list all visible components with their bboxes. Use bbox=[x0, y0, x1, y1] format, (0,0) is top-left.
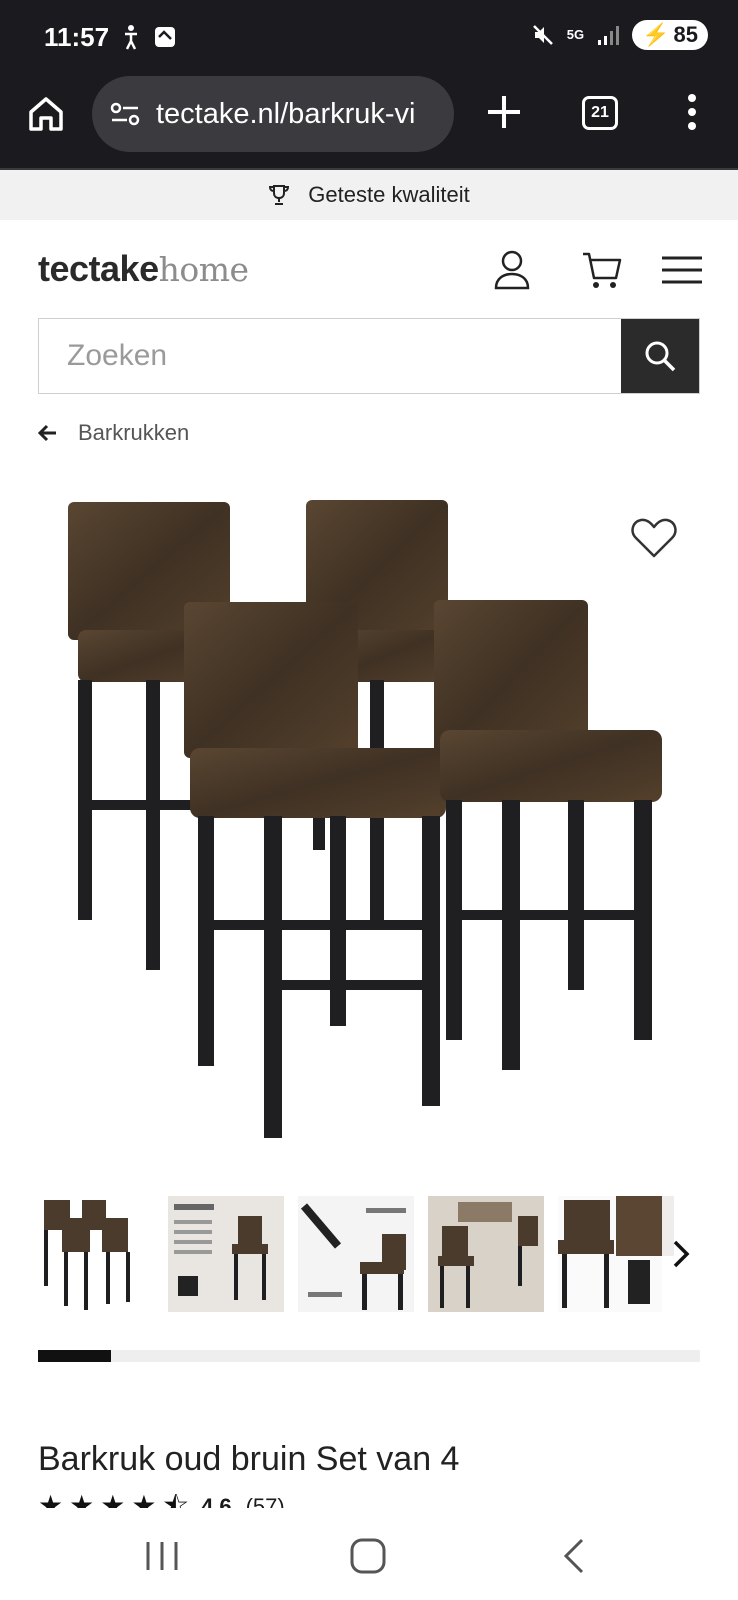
site-logo[interactable]: tectakehome bbox=[38, 248, 249, 290]
search-button[interactable] bbox=[621, 319, 699, 393]
heart-icon[interactable] bbox=[630, 516, 678, 560]
more-menu-icon[interactable] bbox=[684, 92, 700, 132]
site-settings-icon[interactable] bbox=[108, 100, 142, 128]
thumbnail-strip bbox=[38, 1196, 700, 1312]
home-nav-icon[interactable] bbox=[348, 1538, 388, 1574]
thumbnail[interactable] bbox=[298, 1196, 414, 1312]
account-icon[interactable] bbox=[490, 248, 534, 292]
thumbnail[interactable] bbox=[428, 1196, 544, 1312]
back-nav-icon[interactable] bbox=[556, 1538, 596, 1574]
thumbnail-next-button[interactable] bbox=[662, 1196, 700, 1312]
search-bar bbox=[38, 318, 700, 394]
app-notification-icon bbox=[155, 27, 175, 47]
status-time: 11:57 bbox=[44, 22, 110, 52]
thumbnail[interactable] bbox=[558, 1196, 674, 1312]
trophy-icon bbox=[269, 185, 290, 205]
mute-icon bbox=[532, 25, 553, 45]
system-navigation-bar bbox=[0, 1508, 738, 1600]
new-tab-icon[interactable] bbox=[484, 92, 524, 132]
tab-switcher-button[interactable]: 21 bbox=[582, 96, 618, 130]
thumbnail[interactable] bbox=[168, 1196, 284, 1312]
thumbnail[interactable] bbox=[38, 1196, 154, 1312]
search-input[interactable] bbox=[39, 319, 621, 393]
gallery-progress-bar bbox=[38, 1350, 700, 1362]
cart-icon[interactable] bbox=[580, 248, 624, 292]
hamburger-menu-icon[interactable] bbox=[660, 248, 704, 292]
browser-toolbar: tectake.nl/barkruk-vi 21 bbox=[0, 76, 738, 170]
status-bar: 11:57 5G ⚡ 85 bbox=[0, 0, 738, 76]
search-icon bbox=[645, 341, 676, 372]
product-image[interactable] bbox=[38, 480, 700, 1160]
gallery-progress-fill bbox=[38, 1350, 111, 1362]
battery-indicator: ⚡ 85 bbox=[632, 20, 708, 50]
arrow-left-icon bbox=[38, 424, 56, 442]
home-icon[interactable] bbox=[26, 94, 66, 134]
breadcrumb[interactable]: Barkrukken bbox=[38, 420, 189, 446]
promo-banner: Geteste kwaliteit bbox=[0, 170, 738, 220]
recent-apps-icon[interactable] bbox=[142, 1538, 182, 1574]
network-badge: 5G bbox=[566, 27, 585, 42]
accessibility-icon bbox=[125, 25, 137, 50]
promo-text: Geteste kwaliteit bbox=[308, 182, 470, 207]
url-text: tectake.nl/barkruk-vi bbox=[156, 97, 416, 130]
breadcrumb-link[interactable]: Barkrukken bbox=[78, 420, 189, 446]
battery-charging-icon: ⚡ bbox=[642, 22, 670, 47]
address-bar[interactable]: tectake.nl/barkruk-vi bbox=[92, 76, 454, 152]
chevron-right-icon bbox=[673, 1240, 690, 1268]
signal-icon bbox=[598, 26, 620, 45]
product-title: Barkruk oud bruin Set van 4 bbox=[38, 1440, 460, 1478]
